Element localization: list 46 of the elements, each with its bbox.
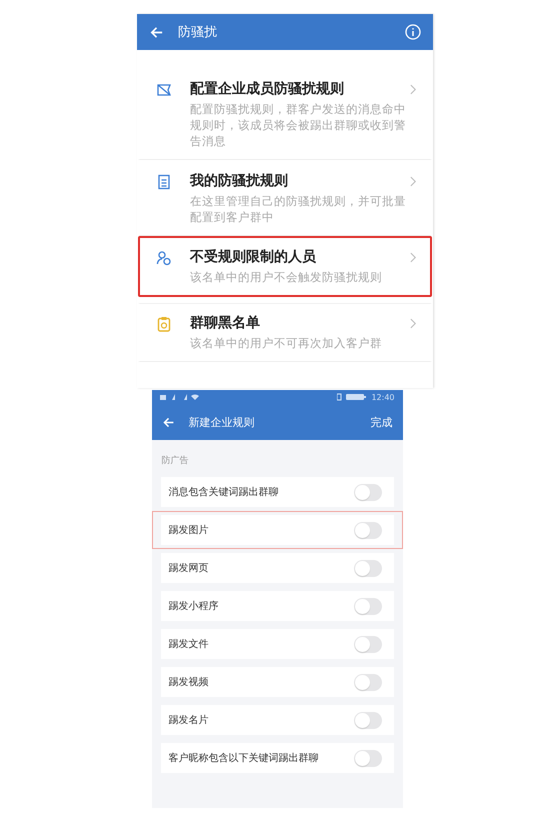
clipboard-icon	[156, 316, 172, 332]
back-arrow-icon[interactable]	[149, 24, 164, 40]
done-button[interactable]: 完成	[370, 414, 392, 430]
toggle-switch[interactable]	[354, 522, 382, 538]
setting-label: 消息包含关键词踢出群聊	[168, 486, 280, 499]
setting-label: 踢发图片	[168, 524, 210, 537]
chevron-icon	[410, 252, 417, 263]
toggle-switch[interactable]	[354, 712, 382, 728]
page-title: 防骚扰	[178, 24, 218, 41]
setting-label: 踢发名片	[168, 714, 210, 727]
toggle-switch[interactable]	[354, 636, 382, 652]
setting-label: 踢发网页	[168, 562, 210, 575]
battery-icon	[337, 393, 368, 401]
menu-item[interactable]: 配置企业成员防骚扰规则 配置防骚扰规则，群客户发送的消息命中规则时，该成员将会被踢出群聊或收到警告消息	[138, 68, 432, 160]
item-description: 该名单中的用户不会触发防骚扰规则	[190, 269, 383, 285]
item-title: 配置企业成员防骚扰规则	[190, 80, 345, 98]
item-description: 在这里管理自己的防骚扰规则，并可批量配置到客户群中	[190, 193, 407, 225]
flag-icon	[156, 82, 172, 98]
item-title: 不受规则限制的人员	[190, 248, 317, 266]
setting-label: 踢发小程序	[168, 600, 220, 613]
menu-item[interactable]: 群聊黑名单 该名单中的用户不可再次加入客户群	[138, 303, 432, 362]
item-title: 群聊黑名单	[190, 314, 261, 332]
setting-label: 踢发视频	[168, 676, 210, 689]
chevron-icon	[410, 84, 417, 95]
info-icon[interactable]	[405, 24, 421, 40]
toggle-switch[interactable]	[354, 674, 382, 690]
menu-item[interactable]: 我的防骚扰规则 在这里管理自己的防骚扰规则，并可批量配置到客户群中	[138, 160, 432, 236]
toggle-switch[interactable]	[354, 598, 382, 614]
item-description: 配置防骚扰规则，群客户发送的消息命中规则时，该成员将会被踢出群聊或收到警告消息	[190, 101, 407, 149]
menu-item[interactable]: 不受规则限制的人员 该名单中的用户不会触发防骚扰规则	[138, 236, 432, 297]
setting-label: 客户昵称包含以下关键词踢出群聊	[168, 752, 320, 765]
setting-label: 踢发文件	[168, 638, 210, 651]
page-title: 新建企业规则	[188, 414, 254, 430]
chevron-icon	[410, 318, 417, 329]
item-title: 我的防骚扰规则	[190, 172, 289, 190]
section-label: 防广告	[160, 454, 190, 468]
back-arrow-icon[interactable]	[162, 416, 174, 428]
toggle-switch[interactable]	[354, 484, 382, 500]
toggle-switch[interactable]	[354, 560, 382, 576]
person-icon	[156, 250, 172, 266]
list-icon	[156, 174, 172, 190]
chevron-icon	[410, 176, 417, 187]
toggle-switch[interactable]	[354, 750, 382, 766]
item-description: 该名单中的用户不可再次加入客户群	[190, 335, 383, 351]
status-time: 12:40	[371, 392, 394, 402]
signal-icon	[160, 393, 200, 401]
